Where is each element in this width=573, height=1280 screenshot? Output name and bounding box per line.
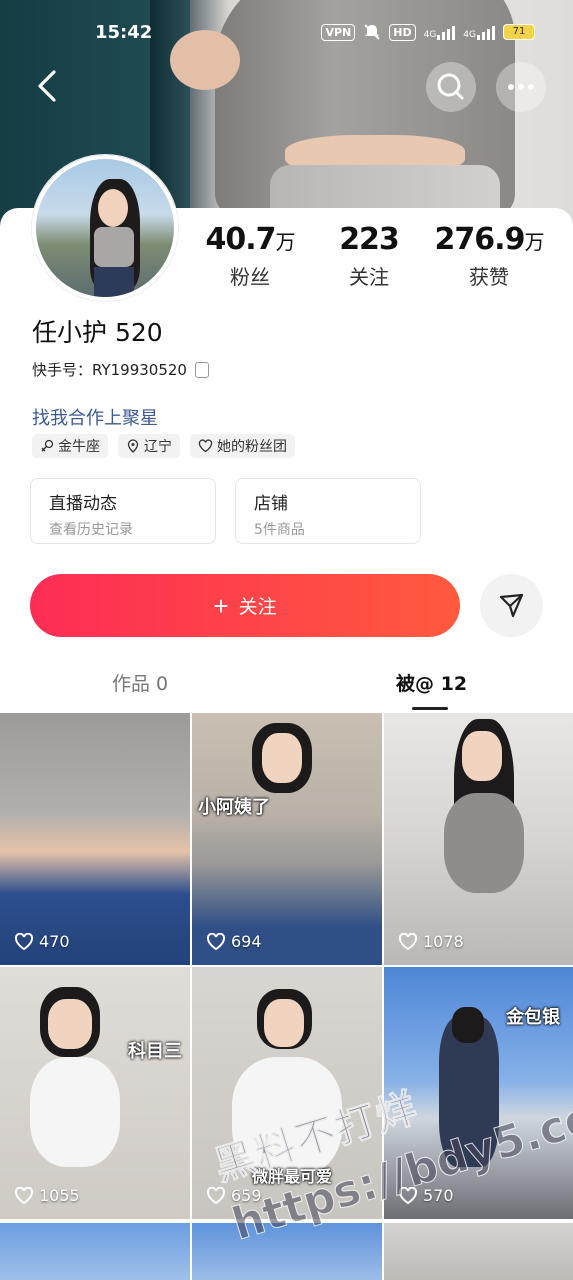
profile-page: 15:42 VPN HD 4G 4G 71 40.7万 粉丝 223 关注 27…	[0, 0, 573, 1280]
grid-item[interactable]	[0, 1223, 190, 1280]
heart-icon	[14, 1186, 34, 1204]
live-history-box[interactable]: 直播动态 查看历史记录	[30, 478, 216, 544]
likes-count: 659	[231, 1186, 262, 1205]
tag-zodiac[interactable]: 金牛座	[32, 434, 108, 458]
likes-count: 470	[39, 932, 70, 951]
shop-subtitle: 5件商品	[254, 522, 305, 538]
send-icon	[499, 593, 524, 618]
likes-count: 570	[423, 1186, 454, 1205]
kuaishou-id: 快手号：RY19930520	[32, 361, 187, 379]
heart-icon	[398, 1186, 418, 1204]
network-label-1: 4G	[423, 30, 437, 40]
heart-icon	[398, 932, 418, 950]
grid-likes: 1078	[398, 932, 464, 951]
stat-likes[interactable]: 276.9万 获赞	[429, 222, 549, 290]
signal-icon-2: 4G	[463, 24, 495, 40]
mute-icon	[364, 24, 380, 40]
status-bar: 15:42 VPN HD 4G 4G 71	[0, 18, 573, 50]
coop-link[interactable]: 找我合作上聚星	[32, 404, 158, 430]
grid-caption: 科目三	[128, 1041, 182, 1062]
heart-icon	[206, 932, 226, 950]
search-icon	[437, 73, 464, 100]
grid-caption: 金包银	[506, 1007, 560, 1028]
stat-following[interactable]: 223 关注	[309, 222, 429, 290]
tag-fan-club[interactable]: 她的粉丝团	[190, 434, 295, 458]
following-label: 关注	[349, 265, 389, 289]
shop-box[interactable]: 店铺 5件商品	[235, 478, 421, 544]
fans-label: 粉丝	[230, 265, 270, 289]
content-tabs: 作品 0 被@ 12	[0, 665, 573, 713]
status-time: 15:42	[95, 22, 153, 43]
likes-count: 276.9	[434, 222, 526, 257]
vpn-badge: VPN	[321, 23, 356, 41]
avatar[interactable]	[32, 155, 178, 301]
grid-caption: 微胖最可爱	[252, 1167, 333, 1186]
search-button[interactable]	[426, 62, 476, 112]
tab-mentioned[interactable]: 被@ 12	[396, 669, 467, 696]
tag-label: 辽宁	[144, 439, 172, 455]
heart-icon	[14, 932, 34, 950]
grid-item[interactable]: 小阿姨了 694	[192, 713, 382, 965]
tab-works[interactable]: 作品 0	[112, 669, 168, 696]
following-count: 223	[339, 222, 400, 257]
shop-title: 店铺	[254, 494, 288, 514]
likes-unit: 万	[524, 230, 544, 254]
fans-unit: 万	[275, 230, 296, 254]
grid-item[interactable]: 金包银 570	[384, 967, 573, 1219]
chevron-left-icon	[38, 70, 56, 102]
live-title: 直播动态	[49, 494, 117, 514]
grid-likes: 694	[206, 932, 262, 951]
kuaishou-id-row[interactable]: 快手号：RY19930520	[32, 359, 209, 380]
likes-count: 694	[231, 932, 262, 951]
hd-badge: HD	[389, 23, 416, 41]
grid-item[interactable]: 微胖最可爱 659	[192, 967, 382, 1219]
video-grid: 470 小阿姨了 694 1078 科目三 1055 微胖最可爱 659 金包银…	[0, 713, 573, 1280]
grid-likes: 570	[398, 1186, 454, 1205]
heart-icon	[206, 1186, 226, 1204]
back-button[interactable]	[30, 68, 66, 104]
grid-item[interactable]: 科目三 1055	[0, 967, 190, 1219]
share-button[interactable]	[480, 574, 543, 637]
location-icon	[127, 439, 139, 453]
more-dots-icon	[508, 84, 534, 90]
plus-icon: +	[213, 590, 229, 621]
tag-location[interactable]: 辽宁	[118, 434, 180, 458]
fans-count: 40.7	[205, 222, 276, 257]
heart-outline-icon	[198, 439, 213, 453]
tab-underline	[412, 707, 448, 710]
grid-item[interactable]: 1078	[384, 713, 573, 965]
tag-label: 她的粉丝团	[217, 439, 287, 455]
follow-button[interactable]: + 关注	[30, 574, 460, 637]
profile-name: 任小护 520	[32, 318, 163, 347]
signal-icon-1: 4G	[424, 24, 456, 40]
more-button[interactable]	[496, 62, 546, 112]
likes-count: 1055	[39, 1186, 80, 1205]
grid-caption: 小阿姨了	[198, 797, 270, 818]
grid-likes: 470	[14, 932, 70, 951]
live-subtitle: 查看历史记录	[49, 522, 133, 538]
network-label-2: 4G	[463, 30, 476, 40]
tag-label: 金牛座	[58, 439, 100, 455]
copy-icon[interactable]	[194, 361, 209, 378]
tag-list: 金牛座 辽宁 她的粉丝团	[32, 434, 295, 458]
likes-count: 1078	[423, 932, 464, 951]
grid-item[interactable]	[384, 1223, 573, 1280]
battery-icon: 71	[503, 24, 535, 40]
likes-label: 获赞	[469, 265, 509, 289]
grid-item[interactable]: 470	[0, 713, 190, 965]
grid-likes: 1055	[14, 1186, 80, 1205]
grid-likes: 659	[206, 1186, 262, 1205]
grid-item[interactable]	[192, 1223, 382, 1280]
follow-label: 关注	[238, 597, 277, 618]
zodiac-icon	[41, 439, 54, 452]
stat-fans[interactable]: 40.7万 粉丝	[190, 222, 310, 290]
